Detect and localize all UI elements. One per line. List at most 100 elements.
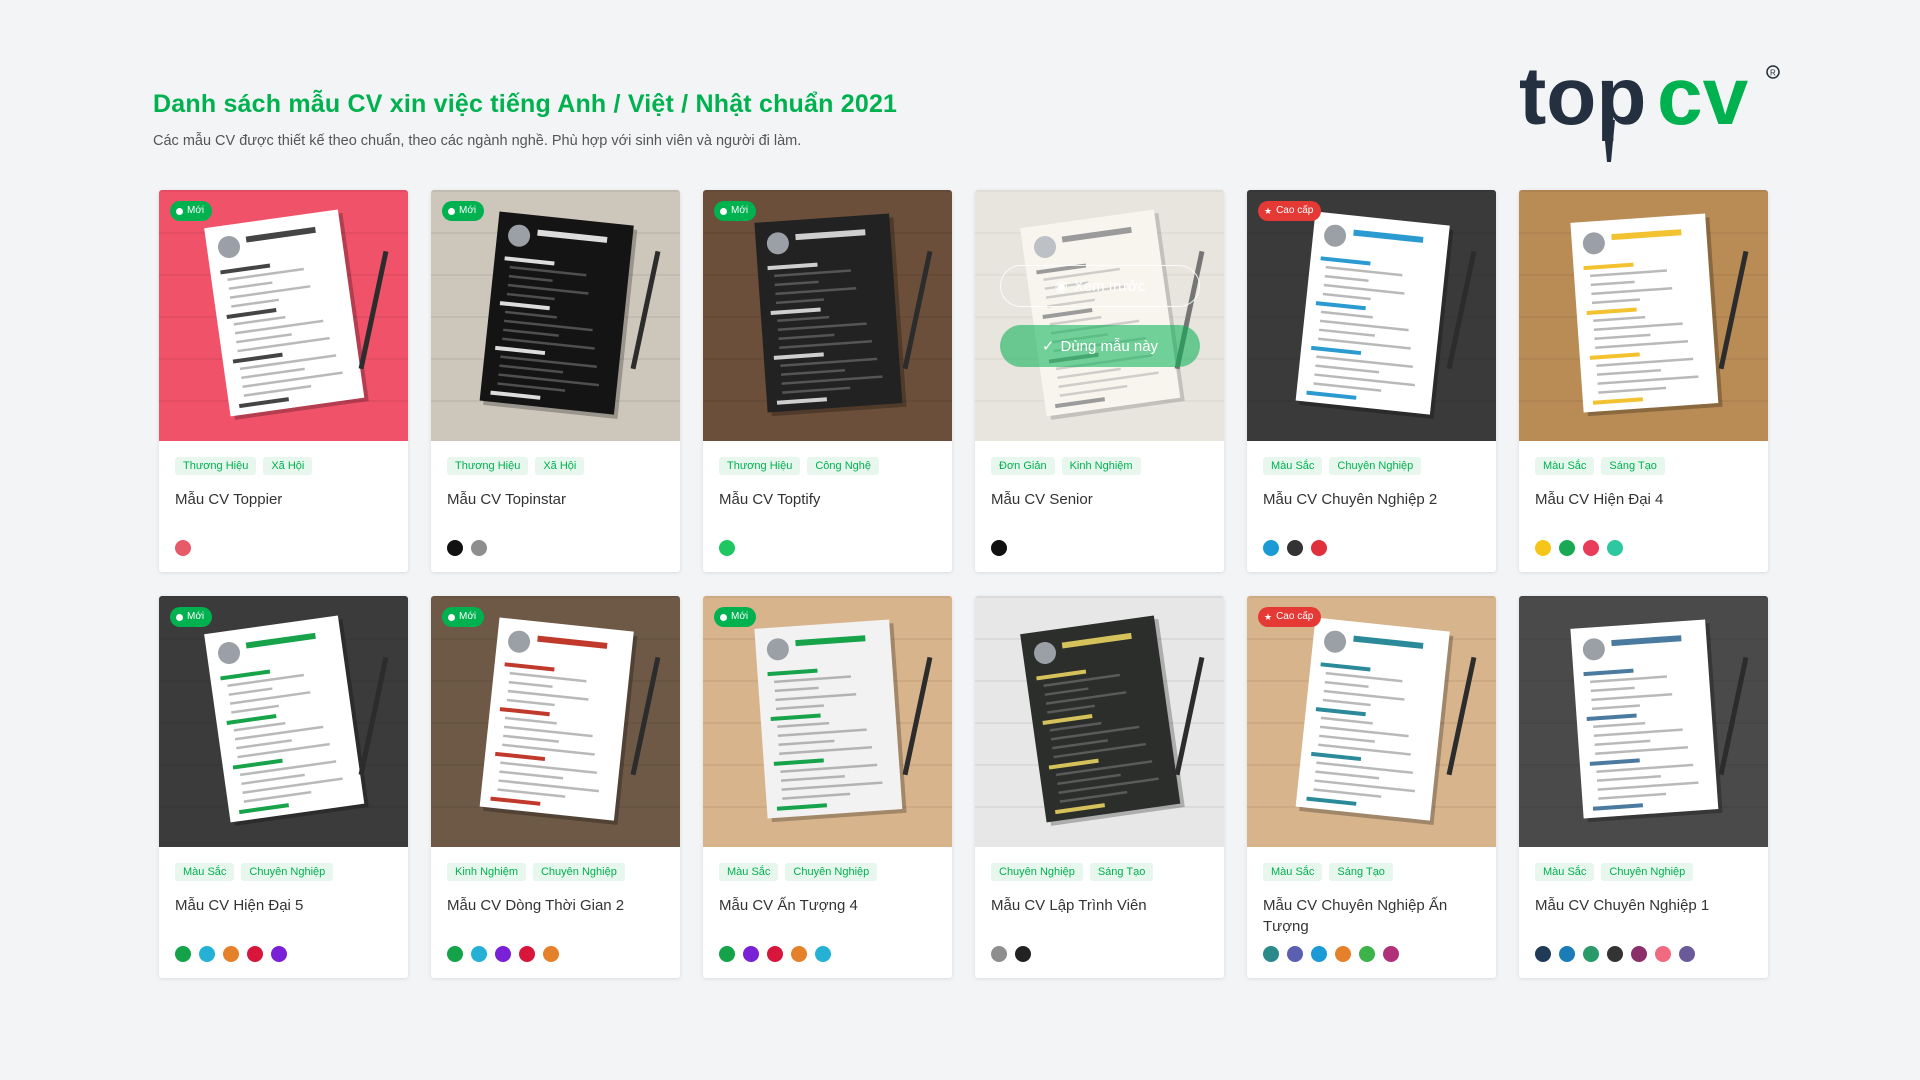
template-name[interactable]: Mẫu CV Chuyên Nghiệp Ấn Tượng: [1263, 895, 1480, 937]
template-name[interactable]: Mẫu CV Ấn Tượng 4: [719, 895, 936, 916]
color-swatch[interactable]: [471, 540, 487, 556]
template-name[interactable]: Mẫu CV Chuyên Nghiệp 1: [1535, 895, 1752, 916]
color-swatch[interactable]: [447, 946, 463, 962]
cv-thumbnail[interactable]: Mới: [431, 190, 680, 441]
cv-template-card[interactable]: Mới Thương Hiệu Xã Hội Mẫu CV Topinstar: [431, 190, 680, 572]
color-swatch[interactable]: [743, 946, 759, 962]
template-name[interactable]: Mẫu CV Lập Trình Viên: [991, 895, 1208, 916]
cv-thumbnail[interactable]: Mới: [703, 190, 952, 441]
color-swatch[interactable]: [1607, 946, 1623, 962]
color-swatch[interactable]: [1263, 946, 1279, 962]
category-tag[interactable]: Thương Hiệu: [719, 457, 801, 475]
cv-template-card[interactable]: ★ Cao cấp Màu Sắc Chuyên Nghiệp Mẫu CV Chuyê…: [1247, 190, 1496, 572]
cv-thumbnail[interactable]: Mới: [159, 596, 408, 847]
color-swatch[interactable]: [1287, 540, 1303, 556]
category-tag[interactable]: Thương Hiệu: [447, 457, 529, 475]
template-name[interactable]: Mẫu CV Chuyên Nghiệp 2: [1263, 489, 1480, 510]
category-tag[interactable]: Màu Sắc: [1535, 457, 1595, 475]
category-tag[interactable]: Xã Hội: [535, 457, 585, 475]
cv-template-card[interactable]: Mới Thương Hiệu Xã Hội Mẫu CV Toppier: [159, 190, 408, 572]
color-swatch[interactable]: [1015, 946, 1031, 962]
color-swatch[interactable]: [1583, 946, 1599, 962]
color-swatch[interactable]: [1335, 946, 1351, 962]
color-swatch[interactable]: [1559, 946, 1575, 962]
category-tag[interactable]: Màu Sắc: [1263, 457, 1323, 475]
cv-thumbnail[interactable]: [1519, 596, 1768, 847]
color-swatch[interactable]: [1559, 540, 1575, 556]
color-swatch[interactable]: [1535, 540, 1551, 556]
category-tag[interactable]: Màu Sắc: [175, 863, 235, 881]
color-swatch[interactable]: [175, 540, 191, 556]
cv-thumbnail[interactable]: [975, 596, 1224, 847]
category-tag[interactable]: Thương Hiệu: [175, 457, 257, 475]
cv-template-card[interactable]: Màu Sắc Sáng Tạo Mẫu CV Hiện Đại 4: [1519, 190, 1768, 572]
color-swatch[interactable]: [247, 946, 263, 962]
template-name[interactable]: Mẫu CV Dòng Thời Gian 2: [447, 895, 664, 916]
color-swatch[interactable]: [1679, 946, 1695, 962]
cv-thumbnail[interactable]: [1519, 190, 1768, 441]
color-swatch[interactable]: [1383, 946, 1399, 962]
template-name[interactable]: Mẫu CV Topinstar: [447, 489, 664, 510]
color-swatch[interactable]: [791, 946, 807, 962]
use-template-button[interactable]: ✓ Dùng mẫu này: [1000, 325, 1200, 367]
category-tag[interactable]: Sáng Tạo: [1329, 863, 1393, 881]
template-name[interactable]: Mẫu CV Senior: [991, 489, 1208, 510]
cv-template-card[interactable]: Mới Màu Sắc Chuyên Nghiệp Mẫu CV Hiện Đại 5: [159, 596, 408, 978]
cv-thumbnail[interactable]: ★ Cao cấp: [1247, 596, 1496, 847]
preview-button[interactable]: ◉ Xem trước: [1000, 265, 1200, 307]
cv-template-card[interactable]: Chuyên Nghiệp Sáng Tạo Mẫu CV Lập Trình Vi…: [975, 596, 1224, 978]
category-tag[interactable]: Đơn Giản: [991, 457, 1055, 475]
topcv-logo[interactable]: top cv R: [1515, 50, 1785, 162]
category-tag[interactable]: Xã Hội: [263, 457, 313, 475]
cv-template-card[interactable]: Mới Thương Hiệu Công Nghệ Mẫu CV Toptify: [703, 190, 952, 572]
color-swatch[interactable]: [767, 946, 783, 962]
color-swatch[interactable]: [543, 946, 559, 962]
category-tag[interactable]: Màu Sắc: [1535, 863, 1595, 881]
color-swatch[interactable]: [175, 946, 191, 962]
cv-thumbnail[interactable]: ★ Cao cấp: [1247, 190, 1496, 441]
color-swatch[interactable]: [519, 946, 535, 962]
color-swatch[interactable]: [271, 946, 287, 962]
cv-thumbnail[interactable]: Mới: [703, 596, 952, 847]
category-tag[interactable]: Sáng Tạo: [1601, 457, 1665, 475]
color-swatch[interactable]: [1583, 540, 1599, 556]
cv-template-card[interactable]: ◉ Xem trước ✓ Dùng mẫu này Đơn Giản Kinh Nghi…: [975, 190, 1224, 572]
color-swatch[interactable]: [1311, 946, 1327, 962]
template-name[interactable]: Mẫu CV Hiện Đại 4: [1535, 489, 1752, 510]
color-swatch[interactable]: [495, 946, 511, 962]
color-swatch[interactable]: [815, 946, 831, 962]
category-tag[interactable]: Kinh Nghiệm: [447, 863, 526, 881]
color-swatch[interactable]: [991, 946, 1007, 962]
color-swatch[interactable]: [1607, 540, 1623, 556]
template-name[interactable]: Mẫu CV Hiện Đại 5: [175, 895, 392, 916]
category-tag[interactable]: Chuyên Nghiệp: [1329, 457, 1422, 475]
color-swatch[interactable]: [1359, 946, 1375, 962]
category-tag[interactable]: Màu Sắc: [719, 863, 779, 881]
category-tag[interactable]: Kinh Nghiệm: [1061, 457, 1141, 475]
color-swatch[interactable]: [1287, 946, 1303, 962]
cv-thumbnail[interactable]: Mới: [431, 596, 680, 847]
color-swatch[interactable]: [223, 946, 239, 962]
color-swatch[interactable]: [199, 946, 215, 962]
color-swatch[interactable]: [447, 540, 463, 556]
category-tag[interactable]: Chuyên Nghiệp: [1601, 863, 1694, 881]
category-tag[interactable]: Sáng Tạo: [1089, 863, 1154, 881]
category-tag[interactable]: Chuyên Nghiệp: [991, 863, 1083, 881]
category-tag[interactable]: Chuyên Nghiệp: [785, 863, 878, 881]
color-swatch[interactable]: [1631, 946, 1647, 962]
color-swatch[interactable]: [1655, 946, 1671, 962]
category-tag[interactable]: Công Nghệ: [807, 457, 879, 475]
category-tag[interactable]: Chuyên Nghiệp: [241, 863, 334, 881]
template-name[interactable]: Mẫu CV Toptify: [719, 489, 936, 510]
category-tag[interactable]: Chuyên Nghiệp: [532, 863, 625, 881]
cv-thumbnail[interactable]: Mới: [159, 190, 408, 441]
cv-template-card[interactable]: Mới Kinh Nghiệm Chuyên Nghiệp Mẫu CV Dòng T…: [431, 596, 680, 978]
color-swatch[interactable]: [1263, 540, 1279, 556]
color-swatch[interactable]: [1535, 946, 1551, 962]
cv-thumbnail[interactable]: ◉ Xem trước ✓ Dùng mẫu này: [975, 190, 1224, 441]
cv-template-card[interactable]: Mới Màu Sắc Chuyên Nghiệp Mẫu CV Ấn Tượng 4: [703, 596, 952, 978]
color-swatch[interactable]: [1311, 540, 1327, 556]
cv-template-card[interactable]: ★ Cao cấp Màu Sắc Sáng Tạo Mẫu CV Chuyên Ngh…: [1247, 596, 1496, 978]
color-swatch[interactable]: [719, 540, 735, 556]
color-swatch[interactable]: [991, 540, 1007, 556]
